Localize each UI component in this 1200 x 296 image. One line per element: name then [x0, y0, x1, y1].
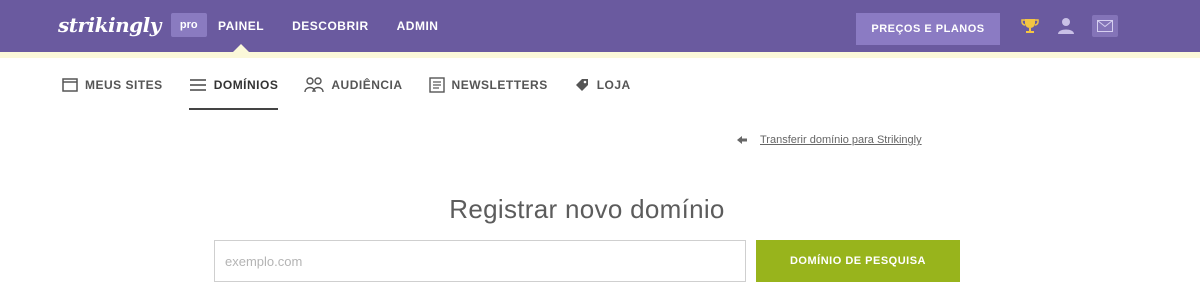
- subnav-label: DOMÍNIOS: [213, 78, 279, 92]
- nav-item-painel[interactable]: PAINEL: [204, 0, 278, 52]
- subnav-label: MEUS SITES: [85, 78, 163, 92]
- nav-item-admin[interactable]: ADMIN: [383, 0, 453, 52]
- subnav-item-audiencia[interactable]: AUDIÊNCIA: [304, 62, 402, 108]
- domain-search-input[interactable]: [214, 240, 746, 282]
- sub-navigation: MEUS SITES DOMÍNIOS AUDIÊNCIA NEWSLETTER…: [62, 62, 657, 110]
- transfer-domain-link[interactable]: Transferir domínio para Strikingly: [736, 132, 922, 148]
- subnav-item-dominios[interactable]: DOMÍNIOS: [188, 62, 279, 110]
- plan-badge: pro: [170, 13, 207, 37]
- subnav-label: AUDIÊNCIA: [331, 78, 403, 92]
- subnav-label: NEWSLETTERS: [451, 78, 548, 92]
- page-title: Registrar novo domínio: [449, 194, 725, 224]
- arrow-icon: [736, 135, 748, 145]
- subnav-label: LOJA: [596, 78, 631, 92]
- mail-icon[interactable]: [1092, 15, 1118, 37]
- search-domain-button[interactable]: DOMÍNIO DE PESQUISA: [756, 240, 960, 282]
- subnav-item-newsletters[interactable]: NEWSLETTERS: [428, 62, 548, 108]
- window-icon: [62, 78, 78, 92]
- subnav-item-meus-sites[interactable]: MEUS SITES: [62, 62, 163, 108]
- nav-item-descobrir[interactable]: DESCOBRIR: [278, 0, 383, 52]
- subnav-item-loja[interactable]: LOJA: [574, 62, 631, 108]
- logo[interactable]: strikingly pro: [58, 12, 207, 38]
- logo-text: strikingly: [58, 13, 161, 37]
- newsletter-icon: [428, 77, 445, 93]
- transfer-link-label: Transferir domínio para Strikingly: [760, 134, 922, 146]
- tag-icon: [574, 77, 590, 93]
- main-nav: PAINEL DESCOBRIR ADMIN: [204, 0, 452, 52]
- list-icon: [189, 78, 207, 92]
- pricing-plans-button[interactable]: PREÇOS E PLANOS: [856, 13, 1000, 45]
- user-icon[interactable]: [1054, 14, 1078, 38]
- people-icon: [304, 77, 325, 93]
- trophy-icon[interactable]: [1018, 14, 1042, 38]
- top-navigation-bar: strikingly pro PAINEL DESCOBRIR ADMIN PR…: [0, 0, 1200, 52]
- topbar-accent-strip: [0, 52, 1200, 58]
